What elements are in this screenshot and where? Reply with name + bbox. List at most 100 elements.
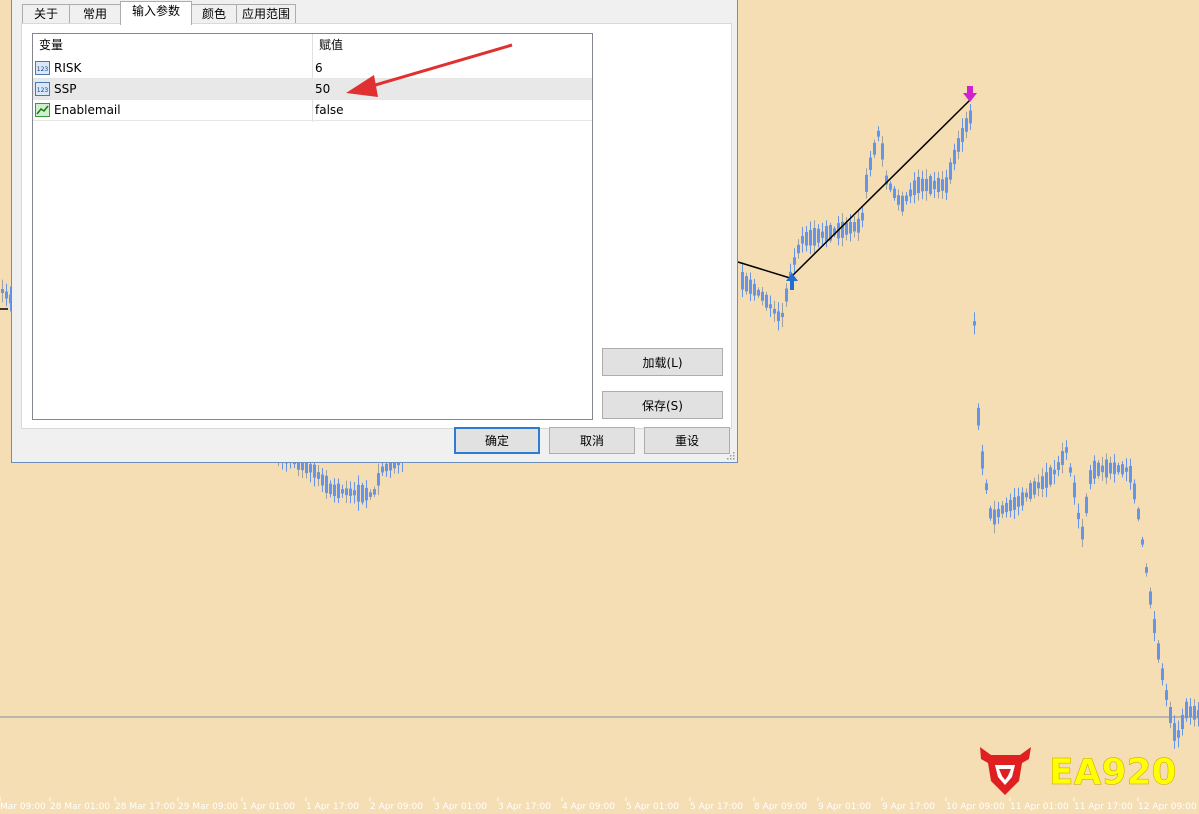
table-row[interactable]: Enablemail false	[33, 100, 592, 121]
candle-body	[889, 183, 892, 190]
boolean-chart-icon	[35, 103, 50, 117]
numeric-123-icon: 123	[35, 61, 50, 75]
candle-body	[1113, 462, 1116, 475]
numeric-123-icon: 123	[35, 82, 50, 96]
table-row-selected[interactable]: 123 SSP 50	[33, 79, 592, 100]
tab-colors[interactable]: 颜色	[191, 4, 237, 24]
tab-inputs[interactable]: 输入参数	[120, 1, 192, 25]
candle-body	[773, 308, 776, 314]
svg-text:123: 123	[37, 66, 49, 73]
candle-body	[909, 189, 912, 197]
candle-body	[1029, 483, 1032, 499]
candle-body	[897, 195, 900, 205]
candle-body	[1013, 497, 1016, 510]
candle-body	[761, 291, 764, 301]
load-button[interactable]: 加载(L)	[602, 348, 723, 376]
candle-body	[1037, 482, 1040, 489]
candle-body	[861, 212, 864, 221]
param-value[interactable]: 50	[315, 79, 330, 99]
time-axis-label: 10 Apr 09:00	[946, 802, 1005, 812]
candle-body	[357, 484, 360, 502]
tab-scope[interactable]: 应用范围	[236, 4, 296, 24]
candle-body	[741, 272, 744, 290]
param-name: RISK	[54, 61, 82, 75]
candle-body	[1141, 539, 1144, 545]
column-header-variable[interactable]: 变量	[33, 34, 312, 56]
candle-body	[949, 162, 952, 180]
candle-body	[1081, 526, 1084, 540]
candle-body	[333, 484, 336, 497]
buy-arrow-icon	[786, 273, 798, 290]
candle-body	[353, 490, 356, 496]
svg-text:123: 123	[37, 87, 49, 94]
candle-body	[969, 110, 972, 124]
time-axis-label: 1 Apr 17:00	[306, 802, 359, 812]
time-axis-label: 9 Apr 17:00	[882, 802, 935, 812]
candle-body	[1125, 467, 1128, 472]
candle-body	[1089, 470, 1092, 484]
candle-body	[1073, 482, 1076, 498]
candle-body	[1005, 502, 1008, 513]
candle-body	[865, 174, 868, 192]
candle-body	[817, 228, 820, 243]
candle-body	[1177, 730, 1180, 738]
candle-body	[373, 489, 376, 495]
tab-common[interactable]: 常用	[69, 4, 121, 24]
candle-body	[1049, 467, 1052, 485]
resize-grip-icon[interactable]	[727, 452, 735, 460]
reset-button[interactable]: 重设	[644, 427, 730, 454]
candle-body	[329, 483, 332, 495]
tab-about[interactable]: 关于	[22, 4, 70, 24]
table-row[interactable]: 123 RISK 6	[33, 58, 592, 79]
candle-body	[349, 488, 352, 496]
candle-body	[5, 291, 8, 299]
candle-body	[1, 288, 4, 294]
watermark-text: EA920	[1049, 752, 1177, 793]
candle-body	[985, 483, 988, 491]
expert-properties-dialog: 关于 常用 输入参数 颜色 应用范围 变量 赋值 123 RISK 6 123	[11, 0, 738, 463]
param-name: Enablemail	[54, 103, 121, 117]
candle-body	[881, 143, 884, 160]
parameters-table[interactable]: 变量 赋值 123 RISK 6 123 SSP 50 Enablemail f…	[32, 33, 593, 420]
candle-body	[749, 279, 752, 294]
candle-body	[1065, 447, 1068, 453]
candle-body	[793, 257, 796, 265]
candle-body	[945, 177, 948, 193]
candle-body	[1161, 668, 1164, 681]
candle-body	[369, 492, 372, 497]
candle-body	[1105, 459, 1108, 478]
candle-body	[1153, 618, 1156, 634]
column-header-value[interactable]: 赋值	[313, 34, 592, 56]
candle-body	[1025, 492, 1028, 498]
candle-body	[1101, 465, 1104, 473]
candle-body	[757, 289, 760, 296]
candle-body	[869, 157, 872, 170]
time-axis-label: 28 Mar 01:00	[50, 802, 110, 812]
candle-body	[925, 178, 928, 192]
candle-body	[1173, 723, 1176, 741]
time-axis-label: 9 Apr 01:00	[818, 802, 871, 812]
candle-body	[921, 178, 924, 192]
cancel-button[interactable]: 取消	[549, 427, 635, 454]
sell-arrow-icon	[963, 86, 977, 102]
time-axis-label: 3 Apr 17:00	[498, 802, 551, 812]
ok-button[interactable]: 确定	[454, 427, 540, 454]
time-axis-label: 12 Apr 09:00	[1138, 802, 1197, 812]
candle-body	[973, 321, 976, 326]
save-button[interactable]: 保存(S)	[602, 391, 723, 419]
candle-body	[913, 180, 916, 195]
param-value[interactable]: false	[315, 100, 344, 120]
candle-body	[825, 226, 828, 242]
candle-body	[933, 180, 936, 190]
candle-body	[977, 407, 980, 426]
candle-body	[1017, 496, 1020, 507]
candle-body	[1093, 460, 1096, 479]
param-value[interactable]: 6	[315, 58, 323, 78]
candle-body	[1033, 481, 1036, 495]
candle-body	[769, 304, 772, 309]
candle-body	[1053, 469, 1056, 475]
candle-body	[901, 195, 904, 212]
candle-body	[989, 508, 992, 519]
candle-body	[381, 466, 384, 473]
time-axis-label: Mar 09:00	[0, 802, 46, 812]
